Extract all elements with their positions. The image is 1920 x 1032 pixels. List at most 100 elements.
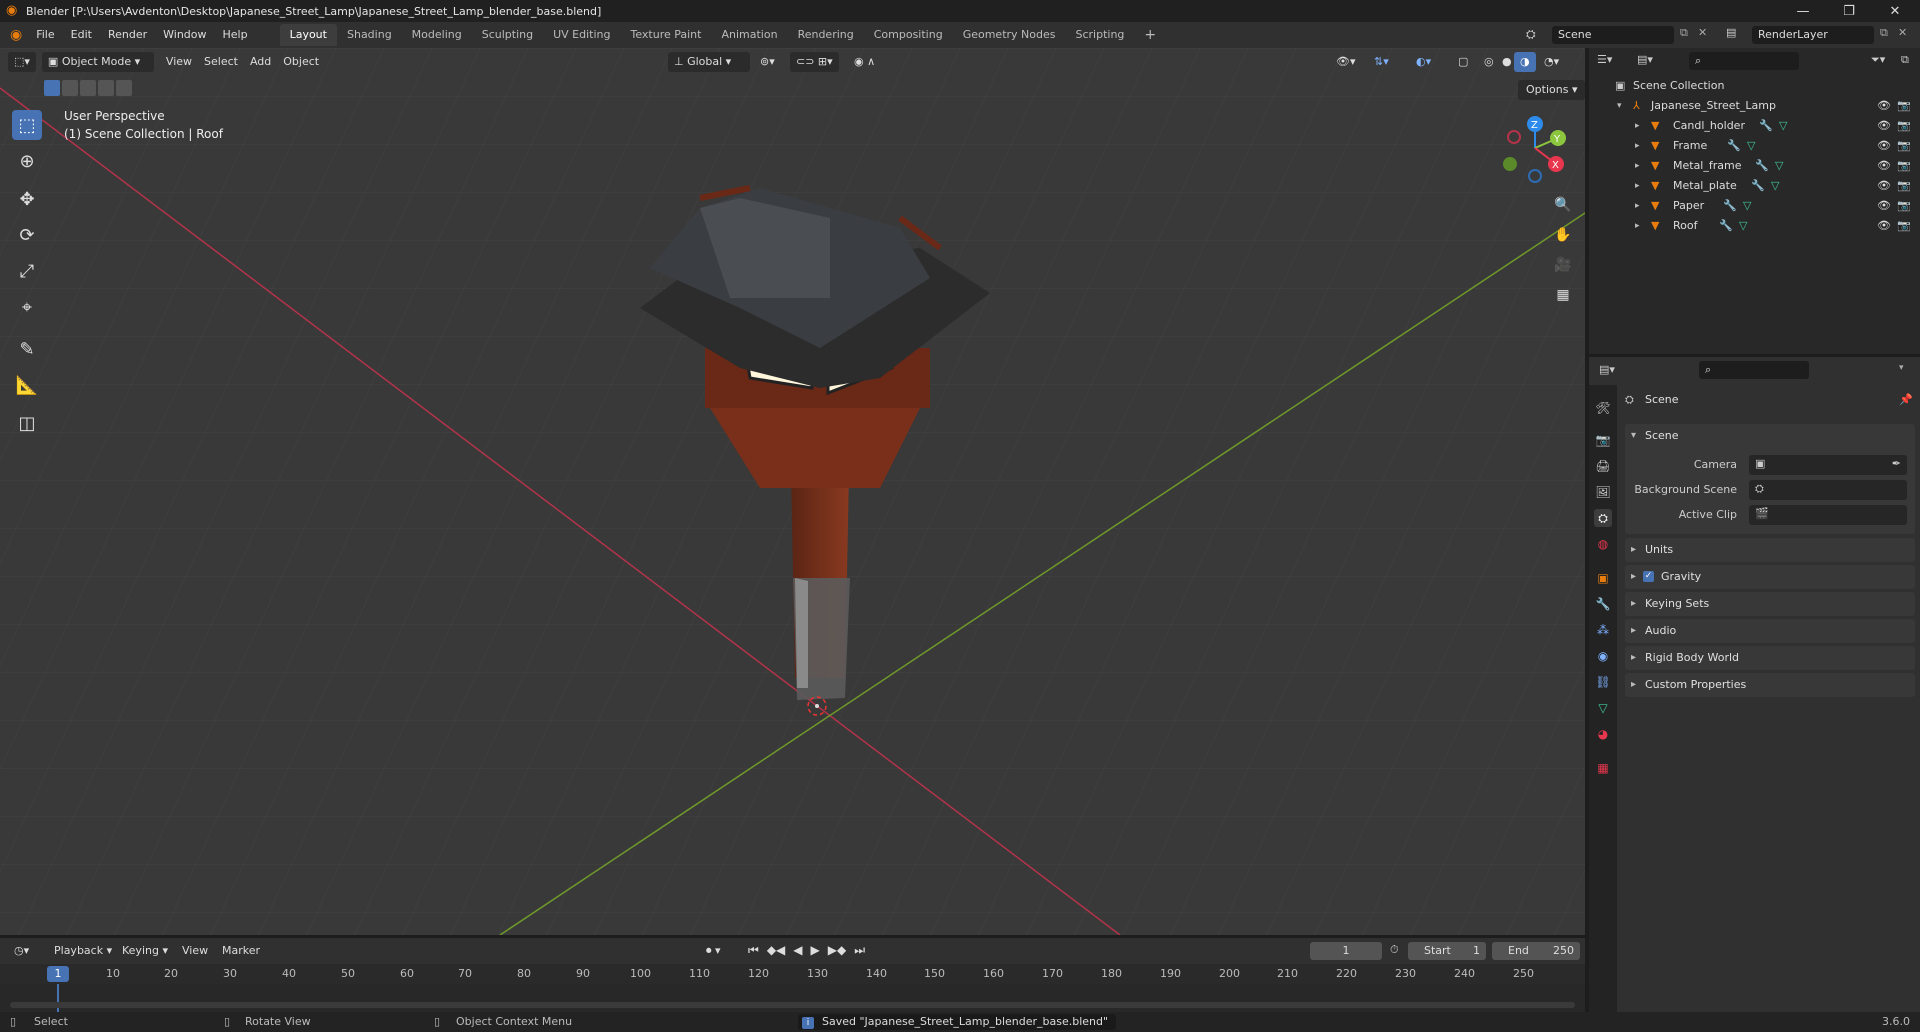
blender-menu-icon[interactable]: ◉ — [0, 22, 28, 48]
tab-render-icon[interactable]: 📷 — [1594, 431, 1612, 449]
outliner-row-object-active[interactable]: ▸ ▼ Roof 🔧 ▽ 👁 📷 — [1589, 216, 1920, 236]
eye-icon[interactable]: 👁 — [1877, 156, 1891, 176]
delete-scene-icon[interactable]: ✕ — [1698, 26, 1707, 39]
expand-chevron-icon[interactable]: ▸ — [1635, 116, 1640, 136]
camera-view-icon[interactable]: 🎥 — [1550, 252, 1576, 278]
timeline-menu-keying[interactable]: Keying ▾ — [116, 941, 174, 961]
auto-keying-icon[interactable]: ⏺ ▾ — [700, 941, 727, 961]
play-icon[interactable]: ▶ — [811, 943, 820, 958]
3d-viewport[interactable] — [0, 48, 1585, 935]
camera-field[interactable]: ▣ ✒ — [1749, 455, 1907, 475]
properties-options-chevron-icon[interactable]: ▾ — [1899, 363, 1904, 373]
eye-icon[interactable]: 👁 — [1877, 116, 1891, 136]
expand-chevron-icon[interactable]: ▸ — [1635, 156, 1640, 176]
xray-icon[interactable]: ▢ — [1452, 52, 1474, 72]
mesh-data-icon[interactable]: ▽ — [1739, 216, 1747, 236]
close-icon[interactable]: ✕ — [1872, 0, 1918, 22]
tab-view-layer-icon[interactable]: 🖼 — [1594, 483, 1612, 501]
render-camera-icon[interactable]: 📷 — [1897, 176, 1911, 196]
mesh-data-icon[interactable]: ▽ — [1747, 136, 1755, 156]
eye-icon[interactable]: 👁 — [1877, 216, 1891, 236]
proportional-edit-icon[interactable]: ◉ ∧ — [848, 52, 881, 72]
eyedropper-icon[interactable]: ✒ — [1892, 457, 1901, 470]
timeline-track-area[interactable] — [0, 984, 1585, 1012]
tab-constraints-icon[interactable]: ⛓ — [1594, 673, 1612, 691]
end-frame-field[interactable]: End 250 — [1492, 942, 1580, 960]
render-camera-icon[interactable]: 📷 — [1897, 136, 1911, 156]
tab-rendering[interactable]: Rendering — [788, 24, 864, 46]
tool-rotate-icon[interactable]: ⟳ — [12, 220, 42, 250]
tool-move-icon[interactable]: ✥ — [12, 184, 42, 214]
rigid-body-world-panel[interactable]: ▸ Rigid Body World — [1625, 646, 1915, 670]
units-panel[interactable]: ▸ Units — [1625, 538, 1915, 562]
timeline-ruler[interactable]: 1 10 20 30 40 50 60 70 80 90 100 110 120… — [0, 964, 1585, 984]
tool-scale-icon[interactable]: ⤢ — [12, 256, 42, 286]
orientation-dropdown[interactable]: ⊥ Global ▾ — [668, 52, 750, 72]
outliner-editor-icon[interactable]: ☰▾ — [1597, 53, 1612, 66]
tab-modeling[interactable]: Modeling — [402, 24, 472, 46]
outliner-row-object[interactable]: ▸ ▼ Metal_plate 🔧 ▽ 👁 📷 — [1589, 176, 1920, 196]
gizmo-toggle-icon[interactable]: ⇅▾ — [1368, 52, 1395, 72]
modifier-wrench-icon[interactable]: 🔧 — [1719, 216, 1733, 236]
start-frame-field[interactable]: Start 1 — [1408, 942, 1486, 960]
expand-chevron-icon[interactable]: ▸ — [1635, 216, 1640, 236]
tab-compositing[interactable]: Compositing — [864, 24, 953, 46]
overlay-toggle-icon[interactable]: ◐▾ — [1410, 52, 1437, 72]
tab-texture-paint[interactable]: Texture Paint — [620, 24, 711, 46]
tool-cursor-icon[interactable]: ⊕ — [12, 146, 42, 176]
mesh-data-icon[interactable]: ▽ — [1743, 196, 1751, 216]
render-camera-icon[interactable]: 📷 — [1897, 156, 1911, 176]
new-scene-icon[interactable]: ⧉ — [1680, 26, 1688, 40]
current-frame-field[interactable]: 1 — [1310, 942, 1382, 960]
timeline-editor-icon[interactable]: ◷▾ — [8, 941, 35, 961]
shading-rendered-icon[interactable]: ◔▾ — [1538, 52, 1565, 72]
tool-measure-icon[interactable]: 📐 — [12, 370, 42, 400]
add-workspace-icon[interactable]: + — [1134, 24, 1166, 46]
tab-particles-icon[interactable]: ⁂ — [1594, 621, 1612, 639]
expand-chevron-icon[interactable]: ▸ — [1635, 176, 1640, 196]
tab-material-icon[interactable]: ◕ — [1594, 725, 1612, 743]
menu-render[interactable]: Render — [100, 22, 155, 48]
select-invert-icon[interactable] — [98, 80, 114, 96]
new-view-layer-icon[interactable]: ⧉ — [1880, 26, 1888, 40]
next-keyframe-icon[interactable]: ▶◆ — [828, 943, 846, 958]
outliner-row-object[interactable]: ▸ ▼ Metal_frame 🔧 ▽ 👁 📷 — [1589, 156, 1920, 176]
menu-window[interactable]: Window — [155, 22, 214, 48]
tab-output-icon[interactable]: 🖨 — [1594, 457, 1612, 475]
viewport-menu-add[interactable]: Add — [244, 52, 277, 72]
properties-editor-icon[interactable]: ▤▾ — [1599, 363, 1615, 376]
tab-geometry-nodes[interactable]: Geometry Nodes — [953, 24, 1066, 46]
tab-physics-icon[interactable]: ◉ — [1594, 647, 1612, 665]
background-scene-field[interactable]: ⛭ — [1749, 480, 1907, 500]
outliner-row-collection[interactable]: ▾ ⅄ Japanese_Street_Lamp 👁 📷 — [1589, 96, 1920, 116]
display-mode-icon[interactable]: ▤▾ — [1637, 53, 1653, 66]
gravity-panel[interactable]: ▸ ✓ Gravity — [1625, 565, 1915, 589]
mesh-data-icon[interactable]: ▽ — [1771, 176, 1779, 196]
restore-icon[interactable]: ❐ — [1826, 0, 1872, 22]
tab-modifiers-icon[interactable]: 🔧 — [1594, 595, 1612, 613]
shading-material-icon[interactable]: ◑ — [1514, 52, 1536, 72]
eye-icon[interactable]: 👁 — [1877, 136, 1891, 156]
keying-sets-panel[interactable]: ▸ Keying Sets — [1625, 592, 1915, 616]
select-extend-icon[interactable] — [62, 80, 78, 96]
viewport-menu-view[interactable]: View — [160, 52, 198, 72]
outliner-search-input[interactable]: ⌕ — [1689, 52, 1799, 70]
options-dropdown[interactable]: Options ▾ — [1518, 80, 1586, 100]
status-report[interactable]: i Saved "Japanese_Street_Lamp_blender_bas… — [798, 1014, 1117, 1030]
jump-start-icon[interactable]: ⏮ — [748, 943, 759, 958]
scene-panel-header[interactable]: ▾ Scene — [1625, 424, 1915, 448]
eye-icon[interactable]: 👁 — [1877, 196, 1891, 216]
active-clip-field[interactable]: 🎬 — [1749, 505, 1907, 525]
properties-search-input[interactable]: ⌕ — [1699, 361, 1809, 379]
tab-tool-icon[interactable]: 🛠 — [1594, 399, 1612, 417]
mesh-data-icon[interactable]: ▽ — [1779, 116, 1787, 136]
jump-end-icon[interactable]: ⏭ — [854, 943, 865, 958]
render-camera-icon[interactable]: 📷 — [1897, 216, 1911, 236]
outliner-row-object[interactable]: ▸ ▼ Frame 🔧 ▽ 👁 📷 — [1589, 136, 1920, 156]
tab-uv-editing[interactable]: UV Editing — [543, 24, 620, 46]
expand-chevron-icon[interactable]: ▸ — [1635, 136, 1640, 156]
prev-keyframe-icon[interactable]: ◆◀ — [767, 943, 785, 958]
menu-help[interactable]: Help — [215, 22, 256, 48]
select-new-icon[interactable] — [44, 80, 60, 96]
minimize-icon[interactable]: — — [1780, 0, 1826, 22]
